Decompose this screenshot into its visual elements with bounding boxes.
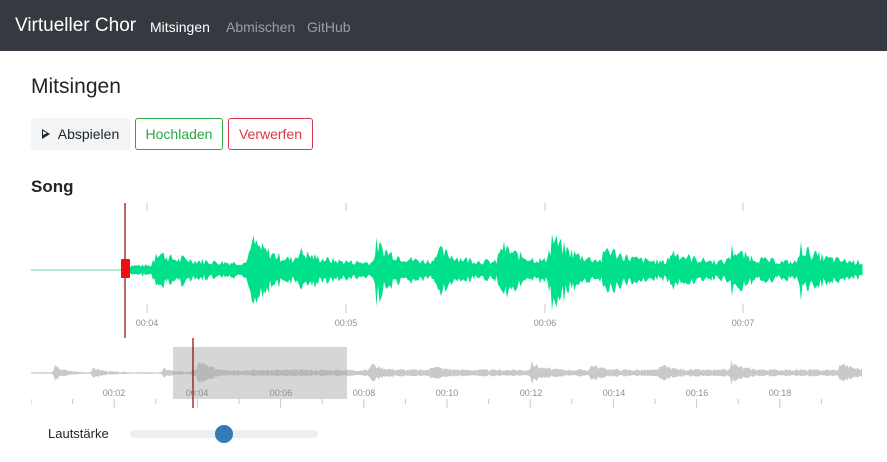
main-timeline-labels: 00:04 00:05 00:06 00:07 — [136, 318, 755, 328]
navbar-brand[interactable]: Virtueller Chor — [15, 15, 136, 37]
nav-link-mitsingen[interactable]: Mitsingen — [150, 19, 210, 35]
nav-link-abmischen[interactable]: Abmischen — [226, 19, 295, 35]
volume-slider-thumb[interactable] — [215, 425, 233, 443]
upload-button[interactable]: Hochladen — [135, 118, 223, 150]
song-section-title: Song — [31, 177, 74, 196]
time-label: 00:08 — [353, 388, 376, 398]
overview-timeline-ticks — [31, 399, 822, 408]
playhead-handle[interactable] — [121, 259, 130, 278]
nav-link-github[interactable]: GitHub — [307, 19, 351, 35]
time-label: 00:14 — [603, 388, 626, 398]
time-label: 00:16 — [686, 388, 709, 398]
page-title: Mitsingen — [31, 75, 121, 98]
time-label: 00:07 — [732, 318, 755, 328]
play-icon — [41, 129, 50, 139]
time-label: 00:06 — [270, 388, 293, 398]
play-button[interactable]: Abspielen — [31, 118, 130, 150]
overview-waveform[interactable]: 00:02 00:04 00:06 00:08 00:10 00:12 00:1… — [31, 338, 863, 410]
time-label: 00:04 — [186, 388, 209, 398]
overview-waveform-shape — [31, 360, 862, 385]
navbar: Virtueller Chor Mitsingen Abmischen GitH… — [0, 0, 887, 51]
overview-timeline-labels: 00:02 00:04 00:06 00:08 00:10 00:12 00:1… — [103, 388, 792, 398]
time-label: 00:04 — [136, 318, 159, 328]
time-label: 00:12 — [520, 388, 543, 398]
time-label: 00:05 — [335, 318, 358, 328]
play-button-label: Abspielen — [57, 126, 120, 142]
volume-slider[interactable] — [130, 425, 318, 443]
time-label: 00:10 — [436, 388, 459, 398]
main-waveform[interactable]: 00:04 00:05 00:06 00:07 — [31, 200, 863, 340]
time-label: 00:18 — [769, 388, 792, 398]
time-label: 00:06 — [534, 318, 557, 328]
waveform-shape — [126, 233, 863, 311]
volume-label: Lautstärke — [48, 426, 109, 441]
discard-button[interactable]: Verwerfen — [228, 118, 313, 150]
time-label: 00:02 — [103, 388, 126, 398]
